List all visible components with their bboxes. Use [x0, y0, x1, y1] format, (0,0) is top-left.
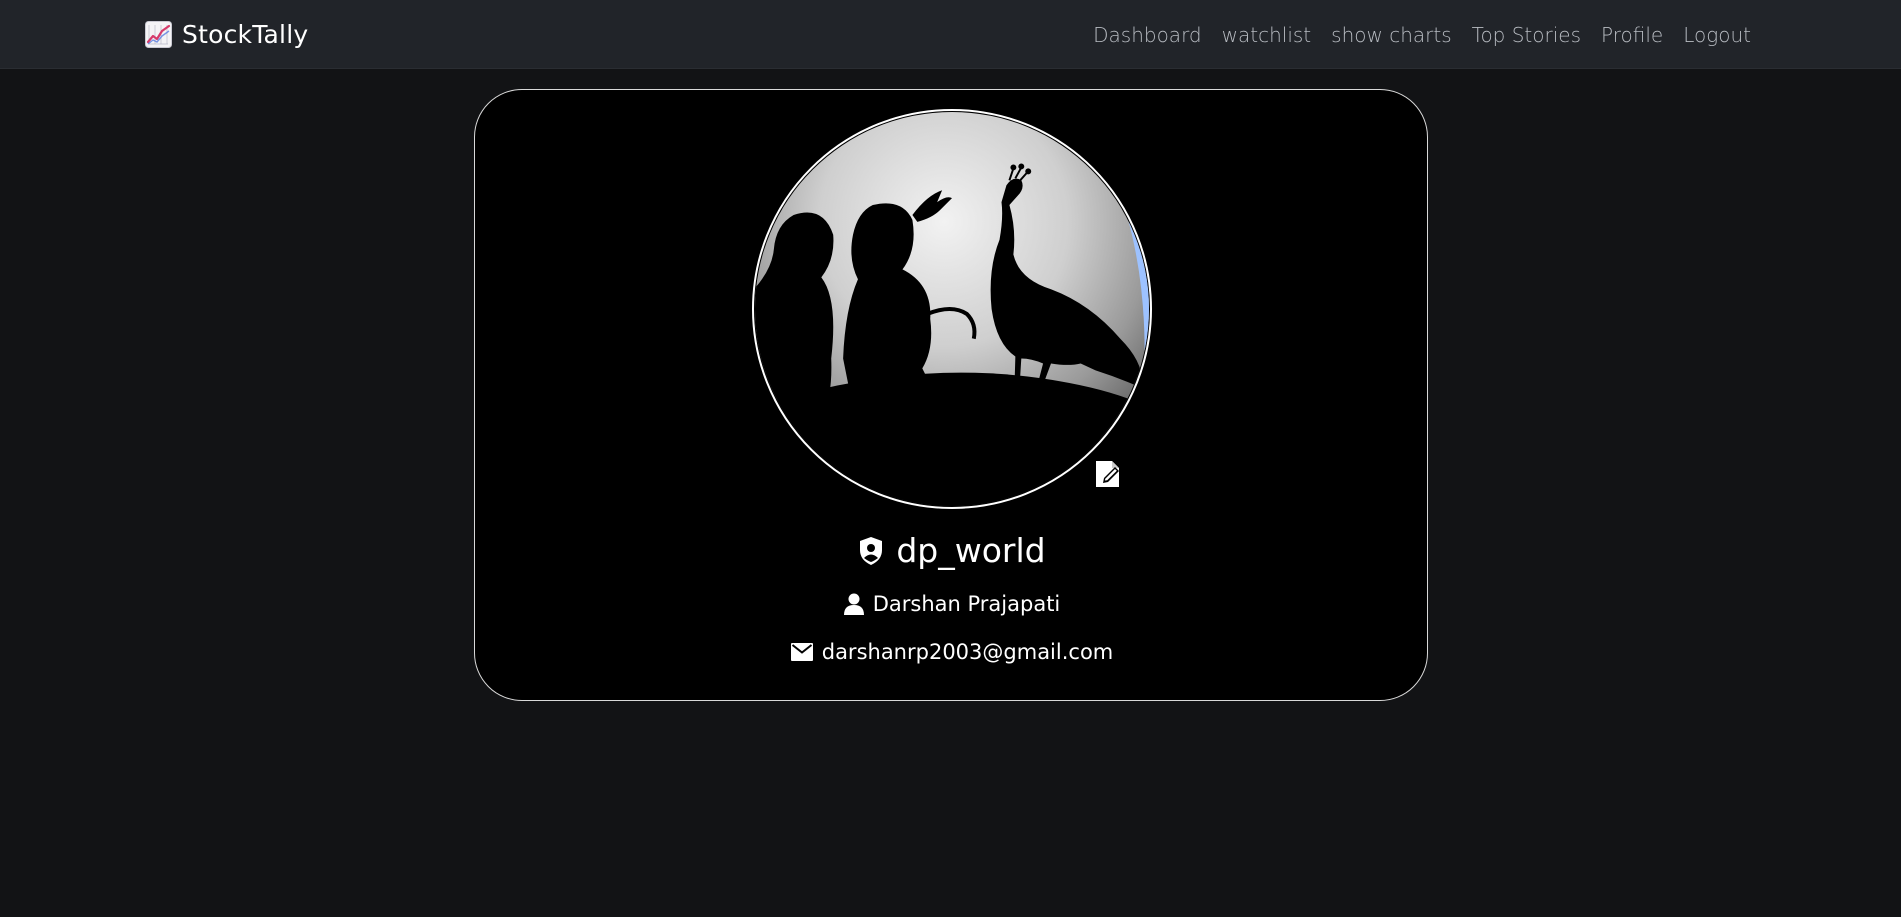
full-name: Darshan Prajapati: [872, 592, 1061, 616]
top-navbar: StockTally Dashboard watchlist show char…: [0, 0, 1901, 69]
envelope-icon: [790, 643, 813, 661]
shield-user-icon: [860, 536, 883, 565]
nav-link-dashboard[interactable]: Dashboard: [1093, 23, 1202, 47]
email: darshanrp2003@gmail.com: [821, 640, 1114, 664]
profile-card: dp_world Darshan Prajapati darshanrp2003…: [474, 89, 1428, 701]
nav-link-show-charts[interactable]: show charts: [1331, 23, 1451, 47]
nav-link-top-stories[interactable]: Top Stories: [1472, 23, 1581, 47]
username-row: dp_world: [475, 531, 1429, 570]
avatar-image: [752, 109, 1152, 509]
brand-link[interactable]: StockTally: [145, 0, 308, 69]
email-row: darshanrp2003@gmail.com: [475, 640, 1429, 664]
nav-link-watchlist[interactable]: watchlist: [1222, 23, 1312, 47]
edit-avatar-icon[interactable]: [1093, 458, 1123, 490]
username: dp_world: [896, 531, 1046, 570]
avatar-container: [752, 109, 1152, 509]
nav-link-logout[interactable]: Logout: [1683, 23, 1751, 47]
chart-increasing-icon: [145, 21, 172, 48]
full-name-row: Darshan Prajapati: [475, 592, 1429, 616]
nav-link-profile[interactable]: Profile: [1601, 23, 1663, 47]
person-icon: [843, 593, 864, 615]
brand-name: StockTally: [182, 20, 309, 49]
nav-links: Dashboard watchlist show charts Top Stor…: [1093, 0, 1751, 69]
